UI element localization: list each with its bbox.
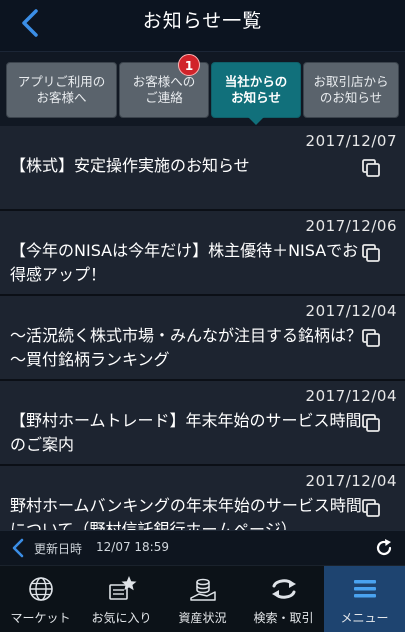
notice-date: 2017/12/04 [305, 302, 397, 320]
notice-title: 【株式】安定操作実施のお知らせ [10, 156, 250, 175]
nav-assets[interactable]: 資産状況 [162, 566, 243, 632]
nav-label: メニュー [340, 611, 389, 625]
favorites-icon [108, 576, 136, 600]
notice-title: 【今年のNISAは今年だけ】株主優待＋NISAでお得感アップ！ [10, 241, 359, 284]
tab-branch-notices[interactable]: お取引店から のお知らせ [303, 62, 399, 118]
updated-label: 更新日時 [34, 542, 83, 556]
copy-icon[interactable] [361, 158, 381, 178]
copy-icon[interactable] [361, 243, 381, 263]
nav-label: 検索・取引 [253, 611, 314, 625]
unread-badge: 1 [178, 54, 200, 76]
notice-date: 2017/12/06 [305, 217, 397, 235]
tab-label: 当社からの お知らせ [224, 74, 288, 105]
globe-icon [28, 577, 53, 601]
notice-item[interactable]: 2017/12/04 ～活況続く株式市場・みんなが注目する銘柄は？～買付銘柄ラン… [0, 296, 405, 380]
copy-icon[interactable] [361, 498, 381, 518]
tab-label: お客様への ご連絡 [132, 74, 196, 105]
notice-item[interactable]: 2017/12/04 野村ホームバンキングの年末年始のサービス時間について（野村… [0, 466, 405, 530]
notice-date: 2017/12/04 [305, 472, 397, 490]
nav-label: マーケット [10, 611, 71, 625]
nav-favorites[interactable]: お気に入り [81, 566, 162, 632]
tab-company-notices[interactable]: 当社からの お知らせ [211, 62, 301, 125]
tab-customer-contact[interactable]: お客様への ご連絡 1 [119, 54, 209, 118]
chevron-left-icon[interactable] [6, 536, 30, 560]
notice-date: 2017/12/07 [305, 132, 397, 150]
trade-icon [271, 579, 296, 599]
copy-icon[interactable] [361, 413, 381, 433]
nav-label: お気に入り [91, 611, 152, 625]
nav-market[interactable]: マーケット [0, 566, 81, 632]
refresh-icon[interactable] [373, 537, 395, 559]
tab-app-users[interactable]: アプリご利用の お客様へ [6, 62, 117, 118]
nav-search-trade[interactable]: 検索・取引 [243, 566, 324, 632]
nav-menu[interactable]: メニュー [324, 566, 405, 632]
notice-list: 2017/12/07 【株式】安定操作実施のお知らせ 2017/12/06 【今… [0, 126, 405, 530]
tab-label: お取引店から のお知らせ [313, 74, 389, 105]
notice-title: 【野村ホームトレード】年末年始のサービス時間のご案内 [10, 411, 362, 454]
menu-icon [353, 580, 376, 598]
notice-item[interactable]: 2017/12/06 【今年のNISAは今年だけ】株主優待＋NISAでお得感アッ… [0, 211, 405, 295]
category-tabs: アプリご利用の お客様へ お客様への ご連絡 1 当社からの お知らせ お取引店… [0, 52, 405, 126]
notice-item[interactable]: 2017/12/04 【野村ホームトレード】年末年始のサービス時間のご案内 [0, 381, 405, 465]
update-status-bar: 更新日時 12/07 18:59 [0, 530, 405, 565]
page-title: お知らせ一覧 [142, 10, 263, 32]
notice-title: 野村ホームバンキングの年末年始のサービス時間について（野村信託銀行ホームページ） [10, 496, 362, 530]
notice-item[interactable]: 2017/12/07 【株式】安定操作実施のお知らせ [0, 126, 405, 210]
bottom-navigation: マーケット お気に入り 資産状況 検索・取引 メニュー [0, 565, 405, 632]
notice-title: ～活況続く株式市場・みんなが注目する銘柄は？～買付銘柄ランキング [10, 326, 363, 369]
notice-date: 2017/12/04 [305, 387, 397, 405]
assets-icon [189, 578, 216, 601]
nav-label: 資産状況 [178, 611, 227, 625]
copy-icon[interactable] [361, 328, 381, 348]
header-bar: お知らせ一覧 [0, 0, 405, 52]
tab-label: アプリご利用の お客様へ [17, 74, 106, 105]
updated-time: 12/07 18:59 [96, 540, 169, 554]
